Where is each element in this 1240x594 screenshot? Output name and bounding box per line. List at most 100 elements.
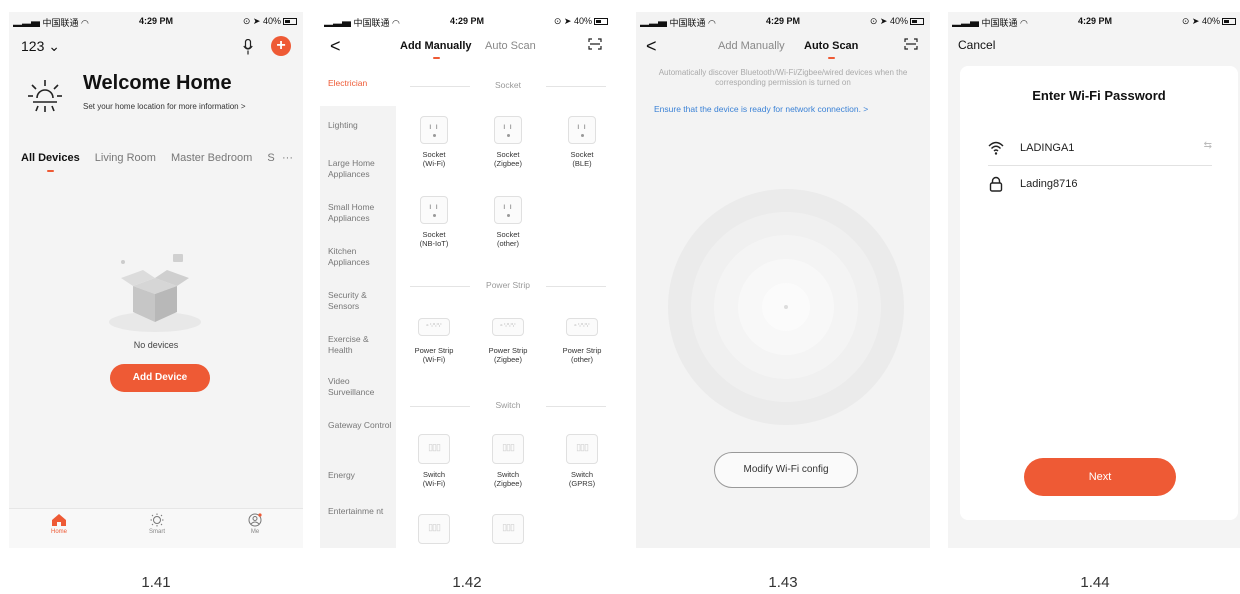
socket-icon (568, 116, 596, 144)
device-socket-zigbee[interactable]: Socket(Zigbee) (482, 116, 534, 168)
category-large-home-appliances[interactable]: Large Home Appliances (328, 158, 394, 180)
back-button[interactable]: < (646, 36, 657, 57)
smart-icon (150, 513, 164, 527)
device-power-strip-other[interactable]: Power Strip(other) (556, 312, 608, 364)
location-prompt-link[interactable]: Set your home location for more informat… (83, 102, 246, 111)
profile-icon (248, 513, 262, 527)
category-small-home-appliances[interactable]: Small Home Appliances (328, 202, 394, 224)
add-device-button[interactable]: Add Device (110, 364, 210, 392)
wifi-dialog-title: Enter Wi-Fi Password (1032, 88, 1166, 103)
battery-icon (283, 18, 297, 26)
switch-icon (492, 434, 524, 464)
switch-network-icon[interactable]: ⇆ (1204, 140, 1212, 151)
device-power-strip-zigbee[interactable]: Power Strip(Zigbee) (482, 312, 534, 364)
status-bar: ▂▃▅ 中国联通 ◠ 4:29 PM ⊙ ➤ 40% (9, 12, 303, 32)
power-strip-icon (418, 318, 450, 336)
microphone-icon[interactable] (243, 39, 253, 55)
power-strip-icon (566, 318, 598, 336)
tab-me-label: Me (250, 529, 260, 535)
device-switch-more-2[interactable] (482, 514, 534, 548)
tab-all-devices[interactable]: All Devices (21, 152, 80, 172)
section-power-strip: Power Strip (410, 280, 606, 290)
wifi-icon (988, 141, 1004, 155)
wifi-card: Enter Wi-Fi Password LADINGA1 ⇆ Lading87… (960, 66, 1238, 520)
wifi-password-field[interactable]: Lading8716 (988, 172, 1212, 202)
category-sidebar: Electrician Lighting Large Home Applianc… (320, 70, 396, 548)
screen-auto-scan: ▂▃▅ 中国联通 ◠ 4:29 PM ⊙ ➤ 40% < Add Manuall… (636, 12, 930, 548)
device-socket-other[interactable]: Socket(other) (482, 196, 534, 248)
category-kitchen-appliances[interactable]: Kitchen Appliances (328, 246, 394, 268)
battery-indicator: ⊙ ➤ 40% (243, 16, 297, 27)
battery-icon (594, 18, 608, 26)
category-video-surveillance[interactable]: Video Surveillance (328, 376, 394, 398)
category-lighting[interactable]: Lighting (328, 120, 394, 131)
empty-box-icon (109, 254, 201, 332)
section-socket: Socket (410, 80, 606, 90)
battery-icon (910, 18, 924, 26)
power-strip-icon (492, 318, 524, 336)
scanning-radar-icon (668, 189, 904, 425)
tab-living-room[interactable]: Living Room (95, 152, 156, 164)
screen-add-manually: ▂▃▅ 中国联通 ◠ 4:29 PM ⊙ ➤ 40% < Add Manuall… (320, 12, 614, 548)
device-socket-nbiot[interactable]: Socket(NB-IoT) (408, 196, 460, 248)
welcome-title: Welcome Home (83, 72, 232, 94)
category-exercise-health[interactable]: Exercise & Health (328, 334, 394, 356)
switch-icon (492, 514, 524, 544)
socket-icon (420, 196, 448, 224)
bottom-tab-bar: Home Smart Me (9, 508, 303, 548)
home-selector[interactable]: 123 ⌄ (21, 38, 60, 55)
device-ready-link[interactable]: Ensure that the device is ready for netw… (654, 104, 868, 114)
device-switch-more-1[interactable] (408, 514, 460, 548)
category-electrician[interactable]: Electrician (328, 78, 394, 89)
add-plus-button[interactable]: + (271, 36, 291, 56)
tab-auto-scan[interactable]: Auto Scan (485, 40, 536, 52)
figure-caption-1: 1.41 (141, 574, 171, 591)
screen-wifi-password: ▂▃▅ 中国联通 ◠ 4:29 PM ⊙ ➤ 40% Cancel Enter … (948, 12, 1240, 548)
tab-auto-scan[interactable]: Auto Scan (804, 40, 858, 59)
status-bar: ▂▃▅ 中国联通 ◠ 4:29 PM ⊙ ➤ 40% (948, 12, 1240, 32)
home-icon (52, 514, 66, 526)
modify-wifi-config-button[interactable]: Modify Wi-Fi config (714, 452, 858, 488)
switch-icon (566, 434, 598, 464)
tab-me[interactable]: Me (225, 513, 285, 535)
socket-icon (494, 116, 522, 144)
room-tabs: All Devices Living Room Master Bedroom S… (21, 152, 293, 174)
next-button[interactable]: Next (1024, 458, 1176, 496)
status-bar: ▂▃▅ 中国联通 ◠ 4:29 PM ⊙ ➤ 40% (636, 12, 930, 32)
device-switch-gprs[interactable]: Switch(GPRS) (556, 434, 608, 488)
battery-indicator: ⊙ ➤ 40% (554, 16, 608, 27)
lock-icon (989, 176, 1003, 192)
wifi-ssid-value: LADINGA1 (1020, 142, 1075, 154)
figure-caption-2: 1.42 (452, 574, 482, 591)
category-energy[interactable]: Energy (328, 470, 394, 481)
tab-master-bedroom[interactable]: Master Bedroom (171, 152, 252, 164)
tab-smart[interactable]: Smart (127, 513, 187, 535)
device-power-strip-wifi[interactable]: Power Strip(Wi-Fi) (408, 312, 460, 364)
category-security-sensors[interactable]: Security & Sensors (328, 290, 394, 312)
device-switch-zigbee[interactable]: Switch(Zigbee) (482, 434, 534, 488)
section-switch: Switch (410, 400, 606, 410)
tab-smart-label: Smart (148, 529, 165, 535)
tab-partial[interactable]: S (267, 152, 274, 164)
device-switch-wifi[interactable]: Switch(Wi-Fi) (408, 434, 460, 488)
tab-add-manually[interactable]: Add Manually (718, 40, 785, 52)
device-socket-wifi[interactable]: Socket(Wi-Fi) (408, 116, 460, 168)
category-gateway-control[interactable]: Gateway Control (328, 420, 394, 431)
screen-home: ▂▃▅ 中国联通 ◠ 4:29 PM ⊙ ➤ 40% 123 ⌄ + Welco… (9, 12, 303, 548)
more-rooms-button[interactable]: ··· (282, 152, 293, 164)
tab-home[interactable]: Home (29, 513, 89, 535)
device-socket-ble[interactable]: Socket(BLE) (556, 116, 608, 168)
tab-add-manually[interactable]: Add Manually (400, 40, 472, 59)
figure-caption-4: 1.44 (1080, 574, 1110, 591)
wifi-password-value: Lading8716 (1020, 178, 1078, 190)
scan-qr-icon[interactable] (904, 38, 918, 50)
switch-icon (418, 514, 450, 544)
figure-caption-3: 1.43 (768, 574, 798, 591)
back-button[interactable]: < (330, 36, 341, 57)
cancel-button[interactable]: Cancel (958, 38, 995, 52)
battery-indicator: ⊙ ➤ 40% (1182, 16, 1236, 27)
socket-icon (494, 196, 522, 224)
wifi-ssid-field[interactable]: LADINGA1 ⇆ (988, 136, 1212, 166)
category-entertainment[interactable]: Entertainme nt (328, 506, 394, 517)
scan-qr-icon[interactable] (588, 38, 602, 50)
